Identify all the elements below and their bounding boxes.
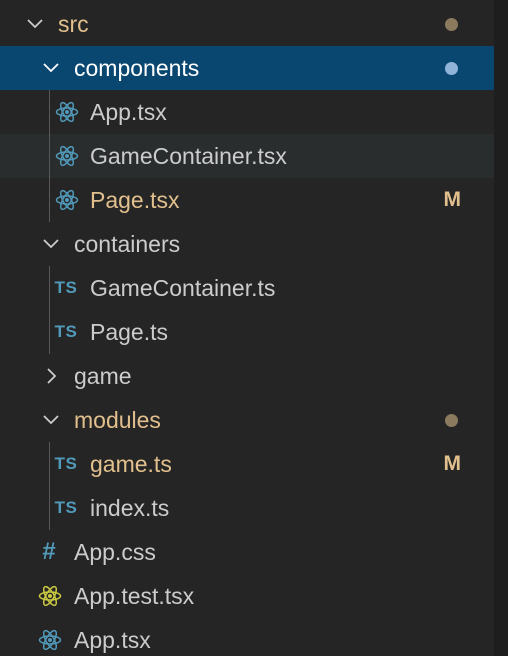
- indent-guide: [49, 442, 50, 486]
- indent-guide: [49, 266, 50, 310]
- tree-label: App.tsx: [74, 627, 151, 653]
- tree-file-components-page-tsx[interactable]: Page.tsx M: [0, 178, 494, 222]
- tree-folder-modules[interactable]: modules: [0, 398, 494, 442]
- tree-folder-game[interactable]: game: [0, 354, 494, 398]
- tree-label: App.css: [74, 539, 156, 565]
- tree-file-modules-game-ts[interactable]: TS game.ts M: [0, 442, 494, 486]
- tree-label: App.tsx: [90, 99, 167, 125]
- chevron-down-icon[interactable]: [40, 57, 62, 79]
- tree-label: index.ts: [90, 495, 170, 521]
- tree-label: GameContainer.tsx: [90, 143, 287, 169]
- file-explorer-tree: src components App.tsx GameContainer.tsx…: [0, 0, 508, 656]
- react-icon: [54, 188, 80, 212]
- typescript-icon: TS: [54, 498, 78, 517]
- tree-file-components-app-tsx[interactable]: App.tsx: [0, 90, 494, 134]
- tree-file-modules-index-ts[interactable]: TS index.ts: [0, 486, 494, 530]
- typescript-icon: TS: [54, 322, 78, 341]
- typescript-icon: TS: [54, 278, 78, 297]
- tree-folder-components[interactable]: components: [0, 46, 494, 90]
- tree-label: game: [74, 363, 132, 389]
- modified-dot-icon: [445, 62, 458, 75]
- chevron-right-icon[interactable]: [40, 365, 62, 387]
- react-icon: [37, 628, 63, 652]
- modified-dot-icon: [445, 414, 458, 427]
- react-test-icon: [37, 584, 63, 608]
- indent-guide: [49, 310, 50, 354]
- css-hash-icon: #: [42, 538, 56, 565]
- tree-label: components: [74, 55, 200, 81]
- tree-label: GameContainer.ts: [90, 275, 276, 301]
- tree-folder-src[interactable]: src: [0, 2, 494, 46]
- tree-file-containers-gamecontainer-ts[interactable]: TS GameContainer.ts: [0, 266, 494, 310]
- tree-label: Page.ts: [90, 319, 168, 345]
- tree-label: App.test.tsx: [74, 583, 195, 609]
- tree-label: modules: [74, 407, 161, 433]
- tree-folder-containers[interactable]: containers: [0, 222, 494, 266]
- tree-label: containers: [74, 231, 181, 257]
- typescript-icon: TS: [54, 454, 78, 473]
- indent-guide: [49, 486, 50, 530]
- git-modified-badge: M: [443, 188, 462, 211]
- chevron-down-icon[interactable]: [24, 13, 46, 35]
- git-modified-badge: M: [443, 452, 462, 475]
- tree-label: game.ts: [90, 451, 172, 477]
- tree-label: src: [58, 11, 89, 37]
- tree-file-containers-page-ts[interactable]: TS Page.ts: [0, 310, 494, 354]
- tree-label: Page.tsx: [90, 187, 180, 213]
- indent-guide: [49, 90, 50, 134]
- tree-file-app-tsx[interactable]: App.tsx: [0, 618, 494, 656]
- indent-guide: [49, 178, 50, 222]
- react-icon: [54, 144, 80, 168]
- vertical-scrollbar[interactable]: [494, 0, 508, 656]
- tree-file-app-test-tsx[interactable]: App.test.tsx: [0, 574, 494, 618]
- indent-guide: [49, 134, 50, 178]
- tree-file-app-css[interactable]: # App.css: [0, 530, 494, 574]
- modified-dot-icon: [445, 18, 458, 31]
- chevron-down-icon[interactable]: [40, 409, 62, 431]
- react-icon: [54, 100, 80, 124]
- chevron-down-icon[interactable]: [40, 233, 62, 255]
- tree-file-components-gamecontainer-tsx[interactable]: GameContainer.tsx: [0, 134, 494, 178]
